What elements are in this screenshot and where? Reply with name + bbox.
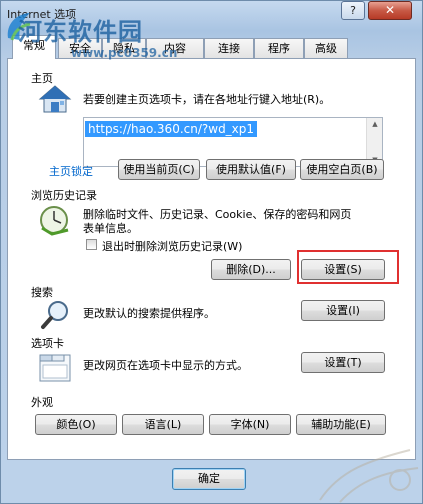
delete-on-exit-label[interactable]: 退出时删除浏览历史记录(W) [102, 238, 242, 254]
tabs-window-icon [39, 354, 71, 382]
history-settings-button[interactable]: 设置(S) [301, 259, 385, 280]
help-button[interactable]: ? [341, 1, 365, 20]
use-blank-page-button[interactable]: 使用空白页(B) [300, 159, 384, 180]
tab-programs[interactable]: 程序 [254, 38, 304, 58]
home-page-description: 若要创建主页选项卡，请在各地址行键入地址(R)。 [83, 93, 331, 106]
tabs-description: 更改网页在选项卡中显示的方式。 [83, 359, 248, 372]
accessibility-button[interactable]: 辅助功能(E) [296, 414, 386, 435]
tabs-heading: 选项卡 [31, 337, 64, 350]
search-description: 更改默认的搜索提供程序。 [83, 307, 215, 320]
delete-history-button[interactable]: 删除(D)... [211, 259, 291, 280]
tabs-settings-button[interactable]: 设置(T) [301, 352, 385, 373]
history-heading: 浏览历史记录 [31, 189, 97, 202]
watermark-url: www.pc0359.cn [71, 46, 178, 60]
home-page-url-text[interactable]: https://hao.360.cn/?wd_xp1 [85, 121, 258, 137]
home-icon [38, 85, 72, 113]
search-settings-button[interactable]: 设置(I) [301, 300, 385, 321]
search-heading: 搜索 [31, 286, 53, 299]
home-page-lock-link[interactable]: 主页锁定 [49, 163, 93, 179]
tab-connections[interactable]: 连接 [204, 38, 254, 58]
appearance-heading: 外观 [31, 396, 53, 409]
history-clock-icon [40, 206, 69, 236]
languages-button[interactable]: 语言(L) [122, 414, 204, 435]
ok-button[interactable]: 确定 [172, 468, 246, 490]
close-button[interactable]: ✕ [368, 1, 412, 20]
magnifier-icon [41, 301, 68, 329]
scroll-up-icon[interactable]: ▲ [367, 118, 383, 130]
watermark-site-name: 河东软件园 [18, 18, 143, 46]
colors-button[interactable]: 颜色(O) [35, 414, 117, 435]
use-current-page-button[interactable]: 使用当前页(C) [118, 159, 200, 180]
tab-advanced[interactable]: 高级 [304, 38, 348, 58]
history-description-line2: 表单信息。 [83, 222, 138, 235]
fonts-button[interactable]: 字体(N) [209, 414, 291, 435]
use-default-button[interactable]: 使用默认值(F) [206, 159, 296, 180]
delete-on-exit-checkbox[interactable] [86, 239, 97, 250]
